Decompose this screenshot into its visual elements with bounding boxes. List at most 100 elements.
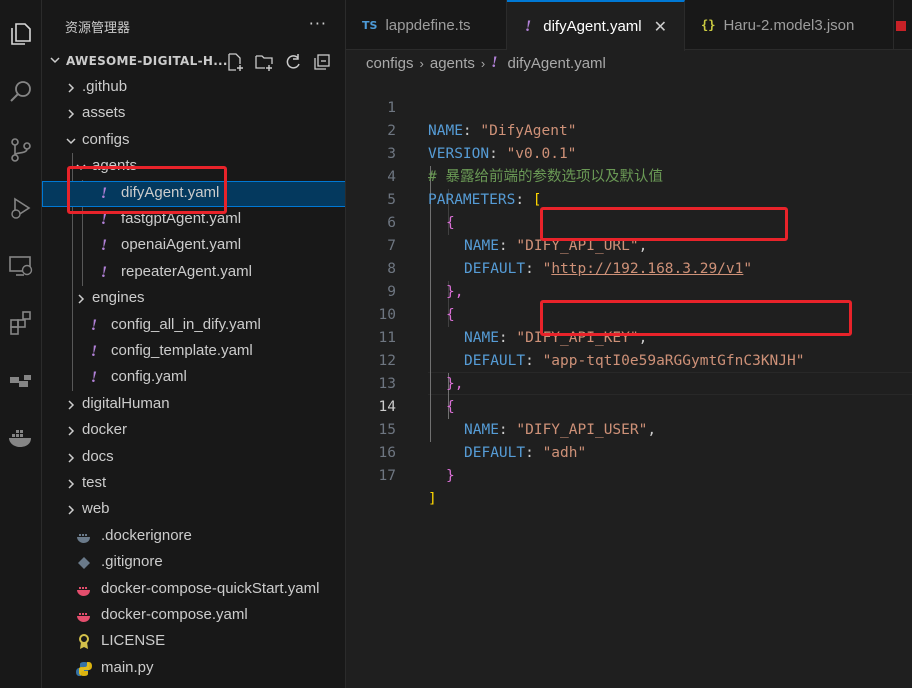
- collapse-all-icon[interactable]: [312, 52, 332, 72]
- explorer-icon[interactable]: [0, 12, 42, 56]
- bracket: }: [446, 468, 455, 484]
- tree-file[interactable]: main.py: [42, 656, 345, 682]
- tree-item-label: assets: [82, 104, 126, 122]
- compose-icon: [76, 582, 92, 598]
- refresh-icon[interactable]: [283, 52, 303, 72]
- search-icon[interactable]: [0, 70, 42, 114]
- tree-file[interactable]: ! config.yaml: [42, 365, 345, 391]
- tree-item-label: docs: [82, 447, 114, 465]
- yaml-icon: !: [491, 54, 498, 71]
- tree-folder[interactable]: digitalHuman: [42, 392, 345, 418]
- tree-item-label: .github: [82, 78, 128, 95]
- tree-item-label: engines: [92, 289, 145, 307]
- tree-file[interactable]: ! repeaterAgent.yaml: [42, 260, 345, 286]
- tab-label: lappdefine.ts: [385, 16, 471, 34]
- extensions-icon[interactable]: [0, 300, 42, 344]
- typescript-icon: TS: [362, 18, 378, 32]
- tree-folder[interactable]: docs: [42, 445, 345, 471]
- code-line: 10 NAME: "DIFY_API_KEY",: [346, 281, 912, 346]
- code-line: 11 DEFAULT: "app-tqtI0e59aRGGymtGfnC3KNJ…: [346, 304, 912, 369]
- tree-folder[interactable]: assets: [42, 101, 345, 127]
- chevron-down-icon: [63, 133, 79, 149]
- chevron-right-icon: [63, 450, 79, 466]
- tree-file[interactable]: ! openaiAgent.yaml: [42, 233, 345, 259]
- remote-explorer-icon[interactable]: [0, 244, 42, 288]
- code-line: 8 },: [346, 235, 912, 300]
- tree-item-label: test: [82, 474, 107, 491]
- tree-file[interactable]: ! fastgptAgent.yaml: [42, 207, 345, 233]
- breadcrumb-item[interactable]: agents: [430, 55, 475, 72]
- tree-file[interactable]: .dockerignore: [42, 524, 345, 550]
- line-number: 17: [378, 468, 396, 484]
- more-actions-icon[interactable]: ···: [309, 14, 327, 33]
- tree-item-label: .gitignore: [101, 553, 163, 571]
- chevron-right-icon: [63, 423, 79, 439]
- tree-item-label: main.py: [101, 658, 154, 676]
- close-icon[interactable]: ✕: [654, 17, 667, 36]
- code-line: 3 # 暴露给前端的参数选项以及默认值: [346, 120, 912, 185]
- tab-label: difyAgent.yaml: [543, 18, 642, 35]
- docker-icon[interactable]: [0, 416, 42, 460]
- breadcrumb-item[interactable]: difyAgent.yaml: [508, 55, 606, 72]
- chevron-down-icon: [50, 57, 60, 64]
- code-line: 7 DEFAULT: "http://192.168.3.29/v1": [346, 212, 912, 277]
- tree-item-label: config_template.yaml: [111, 342, 253, 359]
- docker-icon: [76, 529, 92, 545]
- tree-folder[interactable]: web: [42, 497, 345, 523]
- code-line: 6 NAME: "DIFY_API_URL",: [346, 189, 912, 254]
- tree-file[interactable]: ! config_template.yaml: [42, 339, 345, 365]
- yaml-icon: !: [90, 316, 98, 334]
- workspace-name: AWESOME-DIGITAL-H...: [66, 54, 228, 68]
- tree-item-label: docker-compose.yaml: [101, 606, 248, 623]
- tree-file[interactable]: ! config_all_in_dify.yaml: [42, 313, 345, 339]
- code-line: 15 DEFAULT: "adh": [346, 396, 912, 461]
- tree-file[interactable]: docker-compose-quickStart.yaml: [42, 577, 345, 603]
- yaml-icon: !: [90, 369, 98, 387]
- tree-item-label: fastgptAgent.yaml: [121, 210, 242, 227]
- tree-folder[interactable]: test: [42, 471, 345, 497]
- tree-item-label: agents: [92, 157, 138, 175]
- tree-file[interactable]: LICENSE: [42, 629, 345, 655]
- code-line: 13 {: [346, 350, 912, 415]
- new-file-icon[interactable]: [225, 52, 245, 72]
- yaml-icon: !: [100, 211, 108, 228]
- chevron-right-icon: ›: [419, 55, 424, 71]
- tree-item-label: difyAgent.yaml: [121, 183, 220, 201]
- tree-item-label: docker: [82, 421, 128, 439]
- tab-difyagent[interactable]: ! difyAgent.yaml ✕: [507, 0, 685, 51]
- tree-folder[interactable]: configs: [42, 128, 345, 154]
- breadcrumb-item[interactable]: configs: [366, 55, 414, 72]
- workspace-section-header[interactable]: AWESOME-DIGITAL-H...: [42, 50, 345, 74]
- tab-lappdefine[interactable]: TS lappdefine.ts: [346, 0, 507, 50]
- tree-folder[interactable]: agents: [42, 154, 345, 180]
- code-line: 4 PARAMETERS: [: [346, 143, 912, 208]
- tree-file[interactable]: ! difyAgent.yaml: [42, 180, 345, 207]
- code-line: 5 {: [346, 166, 912, 231]
- code-line: 12 },: [346, 327, 912, 392]
- code-editor[interactable]: 1 NAME: "DifyAgent" 2 VERSION: "v0.0.1" …: [346, 74, 912, 688]
- database-icon[interactable]: [0, 358, 42, 402]
- new-folder-icon[interactable]: [254, 52, 274, 72]
- code-line: 14 NAME: "DIFY_API_USER",: [346, 373, 912, 438]
- chevron-right-icon: [63, 397, 79, 413]
- source-control-icon[interactable]: [0, 128, 42, 172]
- tree-file[interactable]: .gitignore: [42, 550, 345, 576]
- tree-file[interactable]: docker-compose.yaml: [42, 603, 345, 629]
- tab-label: Haru-2.model3.json: [723, 16, 855, 34]
- tree-item-label: openaiAgent.yaml: [121, 236, 242, 254]
- tree-folder[interactable]: docker: [42, 418, 345, 444]
- ts-file-icon: [894, 18, 908, 32]
- git-icon: [76, 555, 92, 571]
- code-line: 17 ]: [346, 442, 912, 507]
- code-line: 2 VERSION: "v0.0.1": [346, 97, 912, 162]
- tab-haru-model[interactable]: {} Haru-2.model3.json: [685, 0, 894, 50]
- tree-folder[interactable]: .github: [42, 75, 345, 101]
- run-debug-icon[interactable]: [0, 186, 42, 230]
- tree-item-label: config.yaml: [111, 368, 187, 386]
- sidebar-title: 资源管理器: [65, 21, 131, 36]
- compose-icon: [76, 608, 92, 624]
- json-icon: {}: [701, 18, 716, 32]
- bracket: ]: [428, 491, 437, 507]
- tree-folder[interactable]: engines: [42, 286, 345, 312]
- chevron-right-icon: [63, 80, 79, 96]
